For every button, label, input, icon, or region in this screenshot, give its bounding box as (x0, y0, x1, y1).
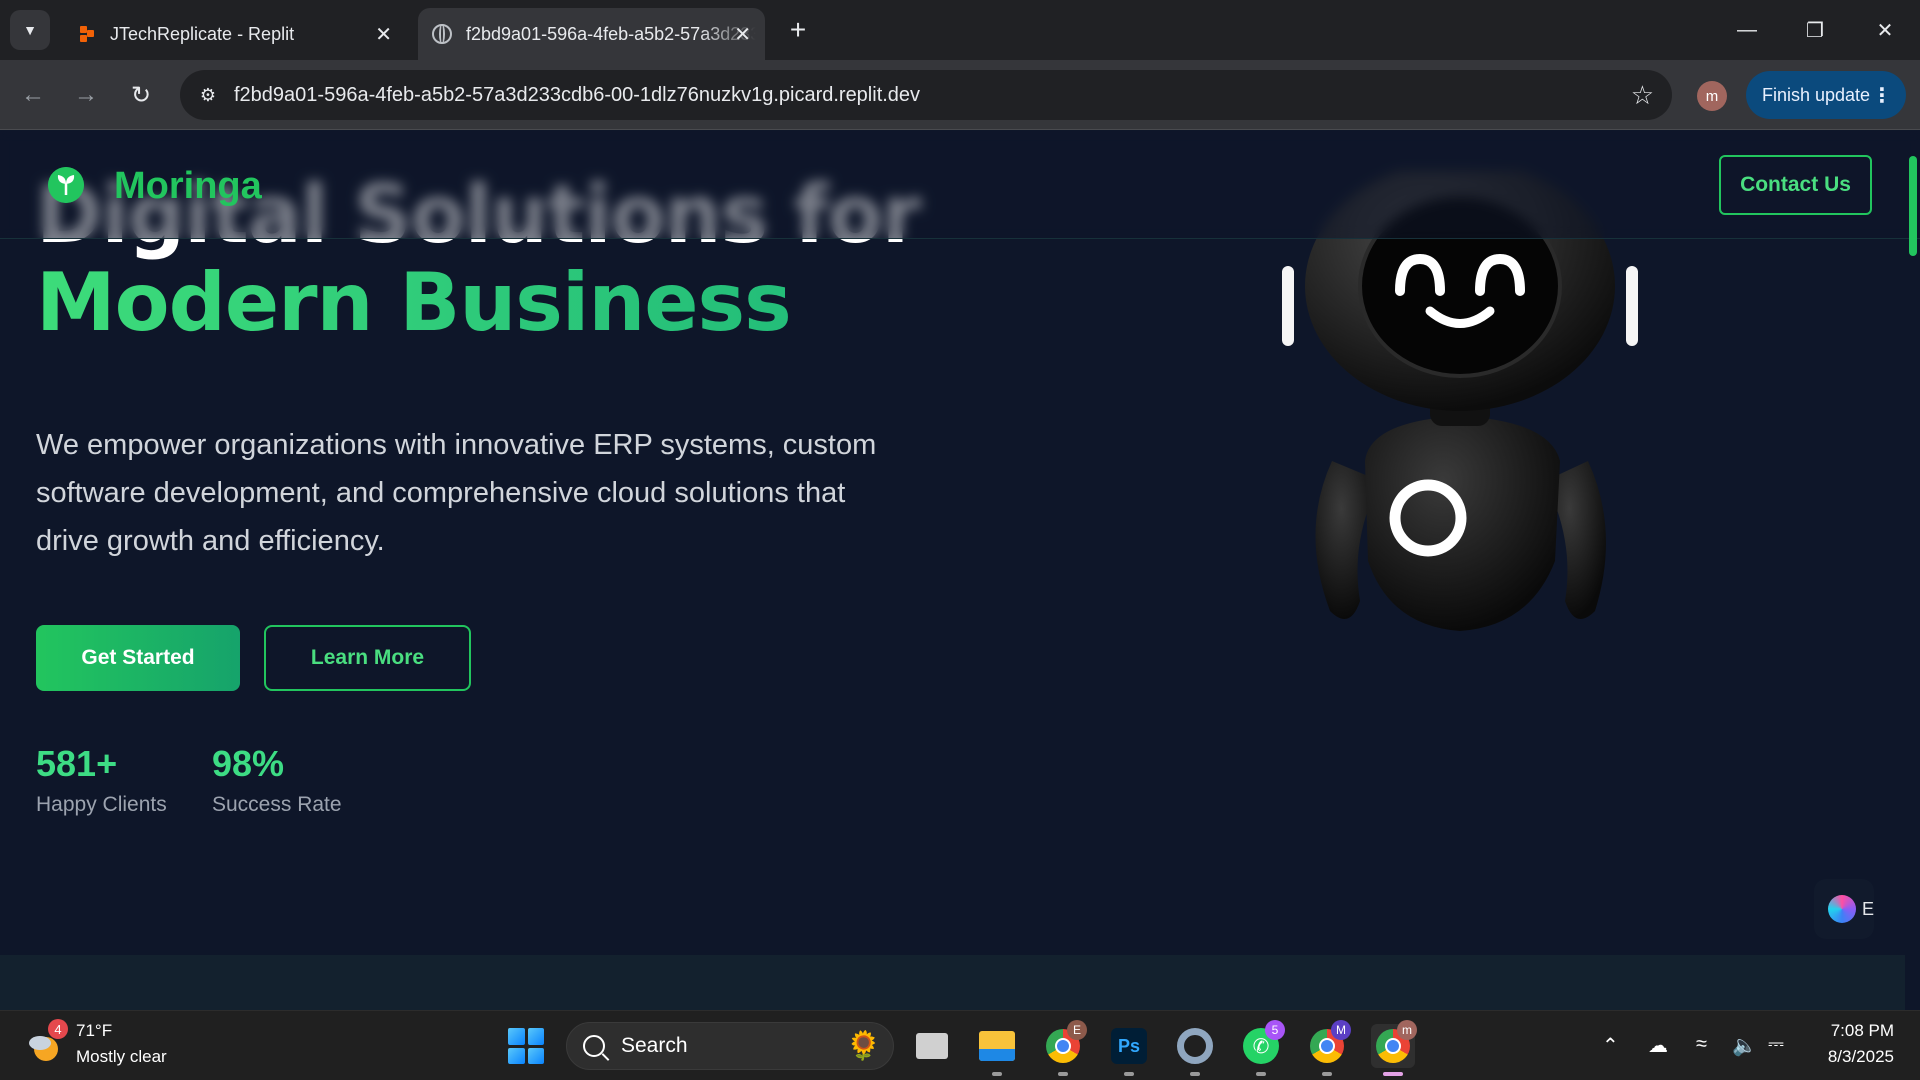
clock-date[interactable]: 8/3/2025 (1814, 1047, 1894, 1067)
windows-taskbar: 4 71°F Mostly clear Search 🌻 E Ps ✆ 5 M (0, 1010, 1920, 1080)
orb-icon (1828, 895, 1856, 923)
clock-time[interactable]: 7:08 PM (1824, 1021, 1894, 1041)
web-page: Digital Solutions for Modern Business We… (0, 131, 1920, 1010)
battery-icon[interactable]: ⎓ (1768, 1033, 1784, 1056)
restore-icon: ❐ (1806, 19, 1824, 42)
close-window-button[interactable]: ✕ (1862, 10, 1908, 50)
address-bar[interactable]: ⚙ f2bd9a01-596a-4feb-a5b2-57a3d233cdb6-0… (180, 70, 1672, 120)
stat-label: Success Rate (212, 793, 342, 816)
stat-value: 581+ (36, 743, 118, 784)
globe-icon (432, 24, 452, 44)
contact-us-button[interactable]: Contact Us (1719, 155, 1872, 215)
volume-icon[interactable]: 🔈 (1732, 1033, 1757, 1058)
photoshop-icon: Ps (1111, 1028, 1147, 1064)
chevron-down-icon: ▼ (23, 22, 37, 38)
close-icon[interactable]: ✕ (375, 22, 392, 47)
start-button[interactable] (508, 1028, 544, 1064)
taskbar-search[interactable]: Search 🌻 (566, 1022, 894, 1070)
whatsapp-button[interactable]: ✆ 5 (1239, 1020, 1285, 1076)
tab-title: f2bd9a01-596a-4feb-a5b2-57a3d233cdb6-00-… (466, 23, 756, 44)
leaf-logo-icon[interactable] (48, 167, 84, 203)
search-icon (583, 1035, 605, 1057)
sunflower-icon: 🌻 (846, 1030, 881, 1061)
stat-value: 98% (212, 743, 285, 784)
url-text[interactable]: f2bd9a01-596a-4feb-a5b2-57a3d233cdb6-00-… (234, 84, 920, 107)
get-started-button[interactable]: Get Started (36, 625, 240, 691)
task-view-button[interactable] (910, 1024, 954, 1068)
browser-tab-bar: ▼ JTechReplicate - Replit ✕ f2bd9a01-596… (0, 0, 1920, 60)
reload-button[interactable]: ↻ (121, 75, 161, 115)
back-button[interactable]: ← (13, 75, 53, 115)
new-tab-button[interactable]: + (780, 12, 816, 48)
search-label: Search (621, 1034, 688, 1057)
gear-icon (1177, 1028, 1213, 1064)
site-header: Moringa Contact Us (0, 131, 1920, 239)
learn-more-button[interactable]: Learn More (264, 625, 471, 691)
more-vert-icon: ⋮ (1872, 84, 1892, 107)
bookmark-star-icon[interactable]: ☆ (1631, 80, 1654, 110)
weather-badge: 4 (48, 1019, 68, 1039)
hero-title-line2: Modern Business (36, 259, 920, 347)
chrome-profile-m-purple-button[interactable]: M (1305, 1020, 1351, 1076)
chrome-profile-e-button[interactable]: E (1041, 1020, 1087, 1076)
file-explorer-button[interactable] (975, 1024, 1019, 1076)
minimize-button[interactable]: — (1724, 10, 1770, 50)
chrome-profile-m-button[interactable]: m (1371, 1020, 1417, 1076)
close-icon: ✕ (1876, 19, 1894, 42)
finish-update-label: Finish update (1762, 84, 1871, 105)
stat-label: Happy Clients (36, 793, 167, 816)
tab-replit[interactable]: JTechReplicate - Replit ✕ (62, 8, 406, 60)
weather-temperature[interactable]: 71°F (76, 1021, 112, 1041)
settings-button[interactable] (1173, 1024, 1217, 1076)
folder-icon (979, 1031, 1015, 1061)
widget-label: E (1861, 898, 1874, 919)
profile-badge: M (1331, 1020, 1351, 1040)
arrow-left-icon: ← (21, 81, 45, 108)
onedrive-cloud-icon[interactable]: ☁ (1648, 1033, 1668, 1058)
forward-button[interactable]: → (66, 75, 106, 115)
notification-badge: 5 (1265, 1020, 1285, 1040)
close-icon[interactable]: ✕ (734, 22, 751, 47)
task-view-icon (916, 1033, 948, 1059)
robot-illustration (1282, 171, 1638, 631)
tab-preview[interactable]: f2bd9a01-596a-4feb-a5b2-57a3d233cdb6-00-… (418, 8, 765, 60)
wifi-icon[interactable]: ≈ (1696, 1033, 1707, 1056)
stat-success-rate: 98% Success Rate (212, 743, 342, 817)
reload-icon: ↻ (130, 81, 152, 109)
browser-toolbar: ← → ↻ ⚙ f2bd9a01-596a-4feb-a5b2-57a3d233… (0, 60, 1920, 130)
next-section (0, 955, 1905, 1010)
floating-chat-widget[interactable]: E (1814, 879, 1874, 939)
weather-condition[interactable]: Mostly clear (76, 1047, 167, 1067)
plus-icon: + (789, 14, 807, 45)
profile-avatar[interactable]: m (1697, 81, 1727, 111)
tab-title: JTechReplicate - Replit (110, 23, 295, 44)
page-scrollbar[interactable] (1909, 156, 1917, 256)
finish-update-button[interactable]: Finish update ⋮ (1746, 71, 1906, 119)
tab-search-button[interactable]: ▼ (10, 10, 50, 50)
chevron-up-icon[interactable]: ⌃ (1602, 1033, 1619, 1058)
replit-favicon-icon (78, 25, 96, 43)
photoshop-button[interactable]: Ps (1107, 1024, 1151, 1076)
hero-description: We empower organizations with innovative… (36, 429, 877, 557)
minimize-icon: — (1737, 18, 1757, 41)
logo-text[interactable]: Moringa (114, 165, 262, 208)
profile-badge: m (1397, 1020, 1417, 1040)
restore-button[interactable]: ❐ (1792, 10, 1838, 50)
arrow-right-icon: → (74, 81, 98, 108)
profile-badge: E (1067, 1020, 1087, 1040)
site-info-icon[interactable]: ⚙ (188, 75, 228, 115)
stat-happy-clients: 581+ Happy Clients (36, 743, 167, 817)
